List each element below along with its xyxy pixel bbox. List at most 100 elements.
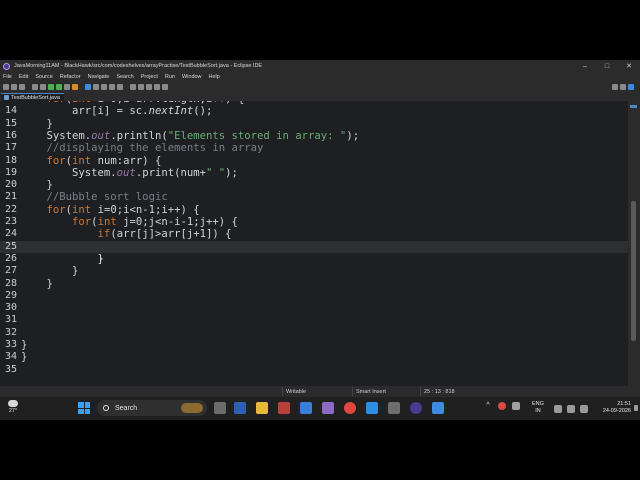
last-edit-icon[interactable] bbox=[146, 84, 152, 90]
network-status-icon[interactable] bbox=[512, 402, 520, 410]
menu-window[interactable]: Window bbox=[182, 74, 202, 80]
menu-source[interactable]: Source bbox=[35, 74, 52, 80]
perspective-icon[interactable] bbox=[620, 84, 626, 90]
new-file-icon[interactable] bbox=[3, 84, 9, 90]
word-icon[interactable] bbox=[234, 402, 246, 414]
forward-icon[interactable] bbox=[162, 84, 168, 90]
code-line[interactable]: 26 } bbox=[0, 253, 628, 265]
eclipse-logo-icon bbox=[3, 62, 10, 70]
code-line[interactable]: 35 bbox=[0, 364, 628, 376]
code-line[interactable]: 15 } bbox=[0, 118, 628, 130]
open-type-icon[interactable] bbox=[109, 84, 115, 90]
system-clock[interactable]: 21:51 24-09-2026 bbox=[597, 401, 631, 415]
run-icon[interactable] bbox=[56, 84, 62, 90]
save-all-icon[interactable] bbox=[19, 84, 25, 90]
line-number: 28 bbox=[4, 277, 17, 289]
next-annotation-icon[interactable] bbox=[130, 84, 136, 90]
task-view-icon[interactable] bbox=[214, 402, 226, 414]
file-explorer-icon[interactable] bbox=[256, 402, 268, 414]
overview-ruler-marker bbox=[630, 105, 637, 108]
previous-annotation-icon[interactable] bbox=[138, 84, 144, 90]
back-icon[interactable] bbox=[154, 84, 160, 90]
search-highlight-icon bbox=[181, 403, 203, 413]
code-line[interactable]: 20 } bbox=[0, 179, 628, 191]
new-java-project-icon[interactable] bbox=[85, 84, 91, 90]
code-line[interactable]: 19 System.out.print(num+" "); bbox=[0, 167, 628, 179]
code-line[interactable]: 29 bbox=[0, 290, 628, 302]
weather-widget[interactable]: 27° bbox=[5, 398, 18, 414]
letterbox-bottom bbox=[0, 420, 640, 480]
recording-icon[interactable] bbox=[498, 402, 506, 410]
code-line[interactable]: 27 } bbox=[0, 265, 628, 277]
code-line[interactable]: 21 //Bubble sort logic bbox=[0, 191, 628, 203]
code-line[interactable]: 24 if(arr[j]>arr[j+1]) { bbox=[0, 228, 628, 240]
tray-overflow-icon[interactable]: ^ bbox=[484, 402, 492, 410]
code-line[interactable]: 28 } bbox=[0, 278, 628, 290]
code-editor[interactable]: 13 for(int i=0;i<arr.length;i++) {14 arr… bbox=[0, 101, 628, 386]
new-class-icon[interactable] bbox=[101, 84, 107, 90]
code-line[interactable]: 22 for(int i=0;i<n-1;i++) { bbox=[0, 204, 628, 216]
code-token: for bbox=[46, 203, 66, 216]
code-line[interactable]: 25 bbox=[0, 240, 628, 253]
code-line[interactable]: 17 //displaying the elements in array bbox=[0, 142, 628, 154]
windows-start-icon[interactable] bbox=[78, 402, 90, 414]
code-text: } bbox=[21, 351, 27, 363]
notification-icon[interactable] bbox=[634, 405, 638, 411]
menu-bar: File Edit Source Refactor Navigate Searc… bbox=[0, 72, 640, 82]
menu-file[interactable]: File bbox=[3, 74, 12, 80]
close-button[interactable]: ✕ bbox=[618, 62, 640, 70]
code-line[interactable]: 18 for(int num:arr) { bbox=[0, 155, 628, 167]
code-token: i=0;i<n-1;i++) { bbox=[91, 203, 200, 216]
battery-icon[interactable] bbox=[580, 405, 588, 413]
menu-edit[interactable]: Edit bbox=[19, 74, 28, 80]
menu-search[interactable]: Search bbox=[116, 74, 133, 80]
code-token: } bbox=[21, 265, 79, 278]
save-icon[interactable] bbox=[11, 84, 17, 90]
menu-refactor[interactable]: Refactor bbox=[60, 74, 81, 80]
menu-run[interactable]: Run bbox=[165, 74, 175, 80]
minimize-button[interactable]: – bbox=[574, 63, 596, 70]
menu-navigate[interactable]: Navigate bbox=[88, 74, 110, 80]
vscode-icon[interactable] bbox=[366, 402, 378, 414]
coverage-icon[interactable] bbox=[64, 84, 70, 90]
zoom-icon[interactable] bbox=[432, 402, 444, 414]
code-line[interactable]: 32 bbox=[0, 327, 628, 339]
scrollbar-thumb[interactable] bbox=[631, 201, 636, 341]
chrome-icon[interactable] bbox=[344, 402, 356, 414]
code-line[interactable]: 34} bbox=[0, 351, 628, 363]
maximize-button[interactable]: □ bbox=[596, 63, 618, 70]
code-line[interactable]: 33} bbox=[0, 339, 628, 351]
java-perspective-icon[interactable] bbox=[628, 84, 634, 90]
settings-icon[interactable] bbox=[388, 402, 400, 414]
menu-help[interactable]: Help bbox=[209, 74, 220, 80]
menu-project[interactable]: Project bbox=[141, 74, 158, 80]
search-toolbar-icon[interactable] bbox=[117, 84, 123, 90]
code-line[interactable]: 30 bbox=[0, 302, 628, 314]
code-line[interactable]: 14 arr[i] = sc.nextInt(); bbox=[0, 105, 628, 117]
code-token: System. bbox=[21, 129, 92, 142]
code-line[interactable]: 16 System.out.println("Elements stored i… bbox=[0, 130, 628, 142]
edge-icon[interactable] bbox=[300, 402, 312, 414]
media-app-icon[interactable] bbox=[322, 402, 334, 414]
code-text: } bbox=[21, 265, 78, 277]
print-icon[interactable] bbox=[32, 84, 38, 90]
skip-breakpoints-icon[interactable] bbox=[40, 84, 46, 90]
taskbar-search[interactable]: Search bbox=[97, 400, 207, 416]
code-line[interactable]: 23 for(int j=0;j<n-i-1;j++) { bbox=[0, 216, 628, 228]
external-tools-icon[interactable] bbox=[72, 84, 78, 90]
wifi-icon[interactable] bbox=[554, 405, 562, 413]
tab-label: TestBubbleSort.java bbox=[11, 94, 60, 101]
tab-testbubblesort[interactable]: TestBubbleSort.java bbox=[1, 93, 64, 101]
eclipse-taskbar-icon[interactable] bbox=[410, 402, 422, 414]
new-package-icon[interactable] bbox=[93, 84, 99, 90]
code-token: int bbox=[72, 203, 92, 216]
paint-icon[interactable] bbox=[278, 402, 290, 414]
debug-icon[interactable] bbox=[48, 84, 54, 90]
language-indicator[interactable]: ENG IN bbox=[532, 401, 544, 415]
code-line[interactable]: 31 bbox=[0, 314, 628, 326]
search-global-icon[interactable] bbox=[612, 84, 618, 90]
volume-icon[interactable] bbox=[567, 405, 575, 413]
editor-scrollbar[interactable] bbox=[628, 101, 640, 386]
code-token: .println( bbox=[110, 129, 168, 142]
